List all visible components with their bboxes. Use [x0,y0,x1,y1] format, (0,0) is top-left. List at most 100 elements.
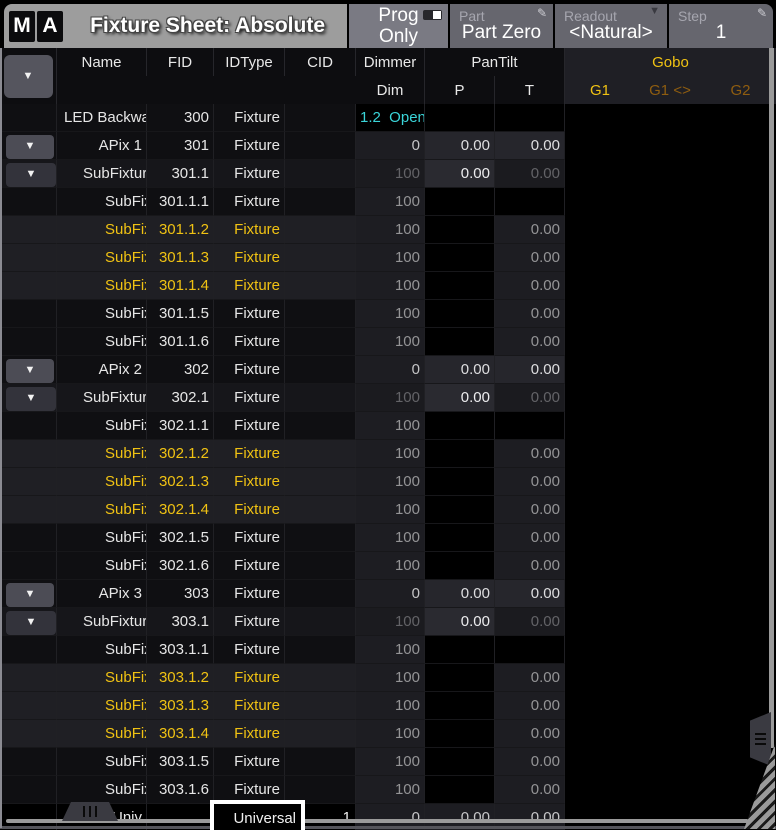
table-row[interactable]: SubFixture302.1.4Fixture1000.00 [0,496,776,524]
fid-cell[interactable]: 301.1.3 [147,244,214,272]
dimmer-cell[interactable]: 100 [356,160,425,188]
table-row[interactable]: SubFixture303.1.5Fixture1000.00 [0,748,776,776]
cid-cell[interactable] [285,384,356,412]
dimmer-cell[interactable]: 100 [356,216,425,244]
dimmer-cell[interactable]: 100 [356,272,425,300]
name-cell[interactable]: SubFixture [57,440,147,468]
column-subheader-g2[interactable]: G2 [705,76,776,104]
cid-cell[interactable] [285,412,356,440]
dimmer-cell[interactable]: 1.2 Open [356,104,425,132]
name-cell[interactable]: SubFixture [57,160,147,188]
cid-cell[interactable] [285,720,356,748]
pan-cell[interactable] [425,748,495,776]
fid-cell[interactable]: 303.1.5 [147,748,214,776]
tilt-cell[interactable]: 0.00 [495,496,565,524]
table-row[interactable]: SubFixture301.1.4Fixture1000.00 [0,272,776,300]
dimmer-cell[interactable]: 0 [356,132,425,160]
tilt-cell[interactable] [495,636,565,664]
cid-cell[interactable] [285,636,356,664]
tilt-cell[interactable]: 0.00 [495,356,565,384]
tilt-cell[interactable]: 0.00 [495,524,565,552]
idtype-cell[interactable]: Fixture [214,160,285,188]
tilt-cell[interactable]: 0.00 [495,580,565,608]
name-cell[interactable]: SubFixture [57,524,147,552]
idtype-cell[interactable]: Fixture [214,748,285,776]
idtype-cell[interactable]: Fixture [214,328,285,356]
step-button[interactable]: Step ✎ 1 [669,4,773,48]
dimmer-cell[interactable]: 100 [356,664,425,692]
pan-cell[interactable] [425,244,495,272]
cid-cell[interactable] [285,300,356,328]
fid-cell[interactable]: 301.1.1 [147,188,214,216]
dimmer-cell[interactable]: 100 [356,496,425,524]
name-cell[interactable]: SubFixture [57,188,147,216]
column-header-fid[interactable]: FID [147,48,214,76]
pan-cell[interactable] [425,188,495,216]
idtype-cell[interactable]: Fixture [214,384,285,412]
dimmer-cell[interactable]: 100 [356,440,425,468]
dimmer-cell[interactable]: 100 [356,468,425,496]
fid-cell[interactable]: 301.1.2 [147,216,214,244]
horizontal-scrollbar-handle[interactable] [62,802,118,821]
table-row[interactable]: SubFixture301.1.5Fixture1000.00 [0,300,776,328]
pan-cell[interactable] [425,636,495,664]
cid-cell[interactable] [285,356,356,384]
pan-cell[interactable] [425,776,495,804]
fid-cell[interactable]: 301.1 [147,160,214,188]
column-header-pantilt[interactable]: PanTilt [425,48,565,76]
pan-cell[interactable]: 0.00 [425,580,495,608]
cid-cell[interactable] [285,440,356,468]
idtype-cell[interactable]: Fixture [214,272,285,300]
pan-cell[interactable]: 0.00 [425,356,495,384]
fid-cell[interactable]: 303.1.1 [147,636,214,664]
name-cell[interactable]: SubFixture [57,272,147,300]
cid-cell[interactable] [285,496,356,524]
idtype-cell[interactable]: Fixture [214,636,285,664]
collapse-arrow-button[interactable]: ▼ [6,583,54,607]
name-cell[interactable]: SubFixture [57,720,147,748]
pan-cell[interactable]: 0.00 [425,384,495,412]
table-row[interactable]: SubFixture303.1.4Fixture1000.00 [0,720,776,748]
name-cell[interactable]: APix 1 [57,132,147,160]
pan-cell[interactable] [425,468,495,496]
idtype-cell[interactable]: Fixture [214,188,285,216]
column-header-idtype[interactable]: IDType [214,48,285,76]
dimmer-cell[interactable]: 0 [356,356,425,384]
dimmer-cell[interactable]: 100 [356,776,425,804]
name-cell[interactable]: SubFixture [57,608,147,636]
table-row[interactable]: SubFixture302.1.3Fixture1000.00 [0,468,776,496]
pan-cell[interactable] [425,412,495,440]
fid-cell[interactable]: 303.1.3 [147,692,214,720]
tilt-cell[interactable]: 0.00 [495,160,565,188]
collapse-arrow-button[interactable]: ▼ [6,163,56,187]
name-cell[interactable]: SubFixture [57,748,147,776]
collapse-arrow-button[interactable]: ▼ [6,135,54,159]
fid-cell[interactable]: 302.1.4 [147,496,214,524]
column-subheader-g1[interactable]: G1 [565,76,635,104]
name-cell[interactable]: APix 3 [57,580,147,608]
table-row[interactable]: ▼APix 1301Fixture00.000.00 [0,132,776,160]
table-row[interactable]: SubFixture301.1.1Fixture 100 [0,188,776,216]
table-row[interactable]: SubFixture301.1.2Fixture1000.00 [0,216,776,244]
dimmer-cell[interactable]: 100 [356,188,425,216]
name-cell[interactable]: SubFixture [57,552,147,580]
tilt-cell[interactable]: 0.00 [495,776,565,804]
column-header-name[interactable]: Name [57,48,147,76]
idtype-cell[interactable]: Fixture [214,524,285,552]
pan-cell[interactable] [425,328,495,356]
collapse-arrow-button[interactable]: ▼ [6,611,56,635]
pan-cell[interactable] [425,524,495,552]
tilt-cell[interactable]: 0.00 [495,468,565,496]
title-section[interactable]: M A Fixture Sheet: Absolute [4,4,347,48]
dimmer-cell[interactable]: 100 [356,552,425,580]
dimmer-cell[interactable]: 100 [356,720,425,748]
fid-cell[interactable]: 302.1.3 [147,468,214,496]
table-row[interactable]: ▼APix 2302Fixture00.000.00 [0,356,776,384]
name-cell[interactable]: SubFixture [57,692,147,720]
pan-cell[interactable] [425,272,495,300]
column-header-dimmer[interactable]: Dimmer [356,48,425,76]
tilt-cell[interactable]: 0.00 [495,664,565,692]
idtype-cell[interactable]: Fixture [214,496,285,524]
cid-cell[interactable] [285,580,356,608]
idtype-cell[interactable]: Fixture [214,356,285,384]
